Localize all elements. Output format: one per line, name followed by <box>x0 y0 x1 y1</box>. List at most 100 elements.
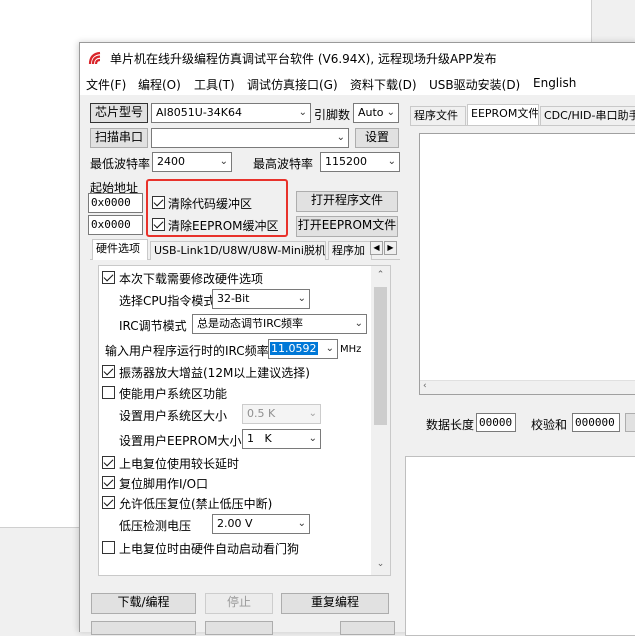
low-voltage-select[interactable]: 2.00 V ⌄ <box>212 514 310 534</box>
open-program-file-button[interactable]: 打开程序文件 <box>296 191 398 212</box>
osc-gain-label: 振荡器放大增益(12M以上建议选择) <box>119 366 310 380</box>
irc-frequency-input[interactable]: 11.0592 ⌄ <box>268 339 338 359</box>
menu-file[interactable]: 文件(F) <box>86 76 126 93</box>
tab-program-encryption[interactable]: 程序加 <box>328 241 372 260</box>
pin-count-label: 引脚数 <box>314 108 351 122</box>
menu-tools[interactable]: 工具(T) <box>194 76 235 93</box>
chevron-down-icon: ⌄ <box>387 156 396 167</box>
stop-button[interactable]: 停止 <box>205 593 273 614</box>
menu-debug-interface[interactable]: 调试仿真接口(G) <box>247 76 338 93</box>
tab-scroll-left-icon[interactable]: ◀ <box>370 241 383 255</box>
menu-program[interactable]: 编程(O) <box>138 76 181 93</box>
user-system-size-value: 0.5 K <box>247 407 276 420</box>
port-select[interactable]: ⌄ <box>151 128 349 148</box>
reset-pin-io-checkbox[interactable] <box>102 476 115 489</box>
eeprom-start-address-input[interactable]: 0x0000 <box>88 215 143 235</box>
eeprom-data-view[interactable]: ‹ <box>419 133 635 395</box>
code-start-address-input[interactable]: 0x0000 <box>88 193 143 213</box>
bottom-button-row2-3[interactable] <box>340 621 395 635</box>
scroll-thumb[interactable] <box>374 287 387 425</box>
chevron-down-icon: ⌄ <box>325 343 334 354</box>
checksum-label: 校验和 <box>531 418 568 432</box>
open-eeprom-file-button[interactable]: 打开EEPROM文件 <box>296 216 398 237</box>
low-voltage-reset-checkbox[interactable] <box>102 496 115 509</box>
modify-hw-options-label: 本次下载需要修改硬件选项 <box>119 272 264 286</box>
reprogram-button[interactable]: 重复编程 <box>281 593 389 614</box>
chevron-down-icon: ⌄ <box>354 318 363 329</box>
max-baud-label: 最高波特率 <box>253 157 314 171</box>
user-system-area-label: 使能用户系统区功能 <box>119 387 228 401</box>
irc-mode-select[interactable]: 总是动态调节IRC频率 ⌄ <box>192 314 367 334</box>
scan-port-button[interactable]: 扫描串口 <box>90 128 148 148</box>
chevron-down-icon: ⌄ <box>298 107 307 118</box>
pin-count-value: Auto <box>358 106 384 119</box>
eeprom-size-value: 1 K <box>247 432 272 445</box>
reset-pin-io-label: 复位脚用作I/O口 <box>119 477 209 491</box>
menu-bar: 文件(F) 编程(O) 工具(T) 调试仿真接口(G) 资料下载(D) USB驱… <box>80 73 635 95</box>
eeprom-size-label: 设置用户EEPROM大小 <box>119 434 242 448</box>
low-voltage-reset-label: 允许低压复位(禁止低压中断) <box>119 497 273 511</box>
irc-frequency-value: 11.0592 <box>270 342 318 355</box>
user-system-size-label: 设置用户系统区大小 <box>119 409 228 423</box>
chevron-down-icon: ⌄ <box>297 518 306 529</box>
pin-count-select[interactable]: Auto ⌄ <box>353 103 399 123</box>
watchdog-checkbox[interactable] <box>102 541 115 554</box>
tab-program-file[interactable]: 程序文件 <box>410 106 466 125</box>
bottom-button-row2-2[interactable] <box>205 621 273 635</box>
cpu-mode-select[interactable]: 32-Bit ⌄ <box>212 289 310 309</box>
por-long-delay-label: 上电复位使用较长延时 <box>119 457 240 471</box>
tab-usb-link-offline[interactable]: USB-Link1D/U8W/U8W-Mini脱机 <box>150 241 326 260</box>
por-long-delay-checkbox[interactable] <box>102 456 115 469</box>
irc-frequency-unit: MHz <box>340 344 362 355</box>
chevron-down-icon: ⌄ <box>308 408 317 419</box>
chevron-down-icon: ⌄ <box>386 107 395 118</box>
log-output-pane <box>405 456 635 636</box>
max-baud-value: 115200 <box>325 155 367 168</box>
app-logo-icon <box>88 51 101 65</box>
main-window: 单片机在线升级编程仿真调试平台软件 (V6.94X), 远程现场升级APP发布 … <box>79 42 635 636</box>
osc-gain-checkbox[interactable] <box>102 365 115 378</box>
checksum-value: 000000 <box>572 413 620 432</box>
tab-hardware-options[interactable]: 硬件选项 <box>92 239 148 260</box>
chip-model-select[interactable]: AI8051U-34K64 ⌄ <box>151 103 311 123</box>
menu-english[interactable]: English <box>533 76 576 90</box>
irc-frequency-label: 输入用户程序运行时的IRC频率 <box>105 344 269 358</box>
modify-hw-options-checkbox[interactable] <box>102 271 115 284</box>
irc-mode-label: IRC调节模式 <box>119 319 187 333</box>
menu-downloads[interactable]: 资料下载(D) <box>350 76 417 93</box>
user-system-size-select[interactable]: 0.5 K ⌄ <box>242 404 321 424</box>
window-title: 单片机在线升级编程仿真调试平台软件 (V6.94X), 远程现场升级APP发布 <box>110 52 497 66</box>
scroll-down-icon[interactable]: ⌄ <box>371 559 390 569</box>
cpu-mode-value: 32-Bit <box>217 292 250 305</box>
bottom-button-row2-1[interactable] <box>91 621 196 635</box>
right-tab-strip-line <box>410 125 635 126</box>
chevron-down-icon: ⌄ <box>219 156 228 167</box>
right-status-button[interactable] <box>625 413 635 432</box>
eeprom-size-select[interactable]: 1 K ⌄ <box>242 429 321 449</box>
tab-eeprom-file[interactable]: EEPROM文件 <box>467 104 539 125</box>
download-program-button[interactable]: 下载/编程 <box>91 593 196 614</box>
menu-usb-driver[interactable]: USB驱动安装(D) <box>429 76 520 93</box>
low-voltage-value: 2.00 V <box>217 517 253 530</box>
data-length-value: 00000 <box>476 413 516 432</box>
tab-cdc-hid-serial-assistant[interactable]: CDC/HID-串口助手 <box>540 106 635 125</box>
horizontal-scrollbar[interactable]: ‹ <box>420 380 635 394</box>
title-bar: 单片机在线升级编程仿真调试平台软件 (V6.94X), 远程现场升级APP发布 <box>80 43 635 73</box>
irc-mode-value: 总是动态调节IRC频率 <box>197 317 304 330</box>
min-baud-value: 2400 <box>157 155 185 168</box>
min-baud-select[interactable]: 2400 ⌄ <box>152 152 232 172</box>
min-baud-label: 最低波特率 <box>90 157 151 171</box>
chevron-down-icon: ⌄ <box>297 293 306 304</box>
scroll-left-icon[interactable]: ‹ <box>423 381 427 391</box>
chip-model-button[interactable]: 芯片型号 <box>90 103 148 123</box>
scroll-up-icon[interactable]: ⌃ <box>371 270 390 280</box>
data-length-label: 数据长度 <box>426 418 475 432</box>
tab-scroll-right-icon[interactable]: ▶ <box>384 241 397 255</box>
settings-button[interactable]: 设置 <box>355 128 399 148</box>
chevron-down-icon: ⌄ <box>308 433 317 444</box>
highlight-box <box>146 179 288 237</box>
watchdog-label: 上电复位时由硬件自动启动看门狗 <box>119 542 300 556</box>
options-scrollbar[interactable]: ⌃ ⌄ <box>371 266 390 575</box>
max-baud-select[interactable]: 115200 ⌄ <box>320 152 400 172</box>
user-system-area-checkbox[interactable] <box>102 386 115 399</box>
